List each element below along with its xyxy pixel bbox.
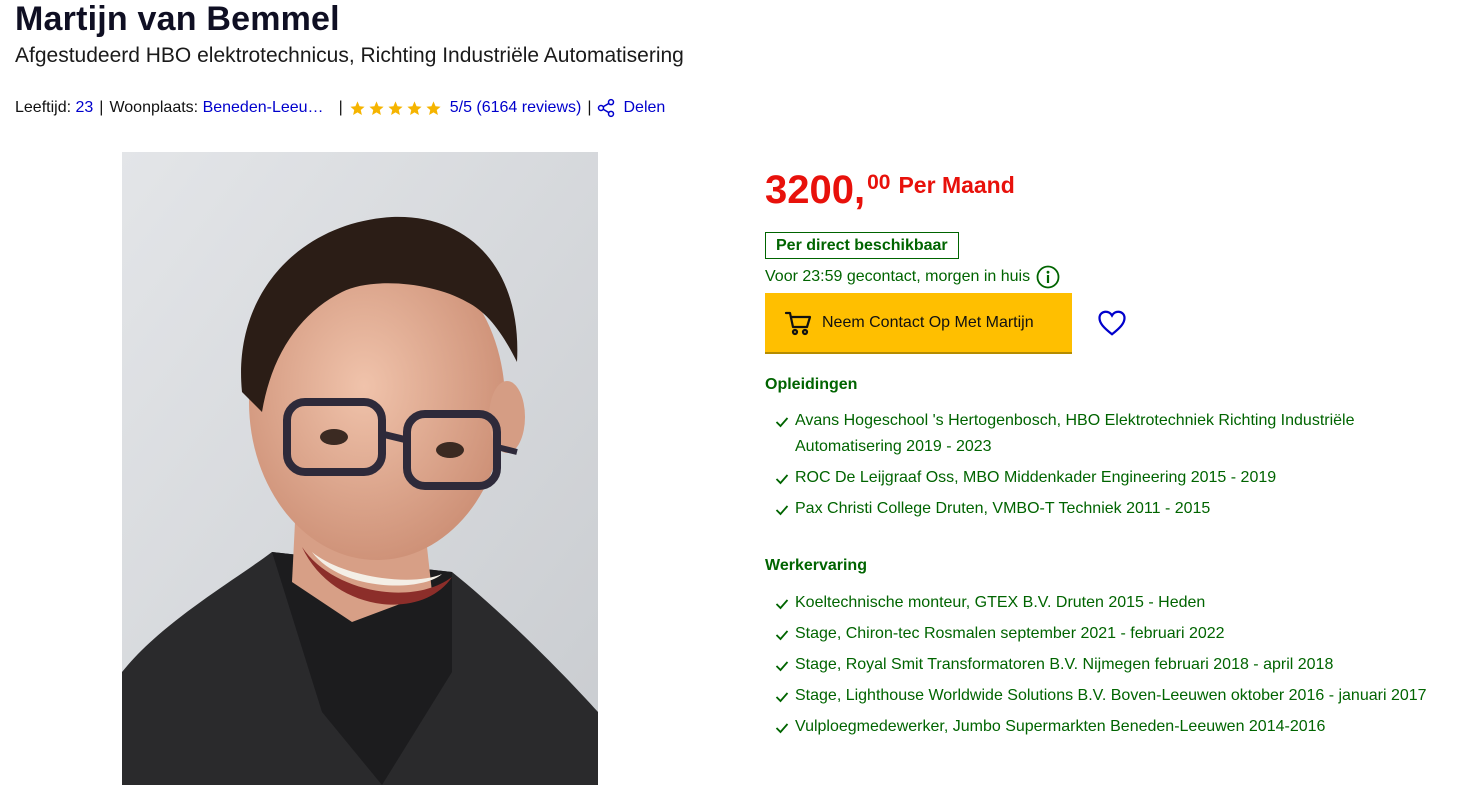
check-icon [775,474,789,485]
check-icon [775,692,789,703]
list-item: Stage, Chiron-tec Rosmalen september 202… [775,621,1450,647]
list-item: Stage, Royal Smit Transformatoren B.V. N… [775,652,1450,678]
info-icon[interactable] [1036,265,1060,289]
list-item: ROC De Leijgraaf Oss, MBO Middenkader En… [775,465,1450,491]
check-icon [775,599,789,610]
list-item: Vulploegmedewerker, Jumbo Supermarkten B… [775,714,1450,740]
rating-link[interactable]: 5/5 (6164 reviews) [450,99,582,117]
portrait-illustration [122,152,598,785]
delivery-text: Voor 23:59 gecontact, morgen in huis [765,268,1031,285]
cart-icon [784,311,812,335]
price-period: Per Maand [898,172,1015,198]
education-title: Opleidingen [765,376,858,393]
meta-bar: Leeftijd: 23 | Woonplaats: Beneden-Leeuw… [15,98,665,118]
profile-photo [122,152,598,785]
list-item-text: Pax Christi College Druten, VMBO-T Techn… [795,500,1211,517]
separator: | [587,99,592,116]
contact-button-label: Neem Contact Op Met Martijn [822,313,1034,331]
check-icon [775,417,789,428]
contact-button[interactable]: Neem Contact Op Met Martijn [765,293,1072,352]
heart-icon[interactable] [1097,308,1127,338]
list-item-text: Stage, Royal Smit Transformatoren B.V. N… [795,656,1334,673]
list-item-text: Vulploegmedewerker, Jumbo Supermarkten B… [795,718,1326,735]
star-icon [426,100,441,115]
check-icon [775,661,789,672]
education-list: Avans Hogeschool 's Hertogenbosch, HBO E… [775,408,1450,527]
star-icon [369,100,384,115]
separator: | [99,99,104,116]
check-icon [775,630,789,641]
price-cents: 00 [867,171,891,194]
list-item: Stage, Lighthouse Worldwide Solutions B.… [775,683,1450,709]
list-item: Pax Christi College Druten, VMBO-T Techn… [775,496,1450,522]
experience-title: Werkervaring [765,557,867,574]
check-icon [775,723,789,734]
age-label: Leeftijd: [15,99,72,116]
list-item-text: Stage, Chiron-tec Rosmalen september 202… [795,625,1225,642]
star-icon [407,100,422,115]
list-item-text: Avans Hogeschool 's Hertogenbosch, HBO E… [795,412,1355,455]
experience-list: Koeltechnische monteur, GTEX B.V. Druten… [775,590,1450,745]
list-item: Avans Hogeschool 's Hertogenbosch, HBO E… [775,408,1450,460]
age-link[interactable]: 23 [76,99,94,117]
share-icon[interactable] [596,98,616,118]
price-amount: 3200, [765,168,866,212]
share-link[interactable]: Delen [624,99,666,117]
page-subtitle: Afgestudeerd HBO elektrotechnicus, Richt… [15,44,684,67]
list-item-text: Koeltechnische monteur, GTEX B.V. Druten… [795,594,1206,611]
star-icon [350,100,365,115]
check-icon [775,505,789,516]
city-link[interactable]: Beneden-Leeuwen [203,99,329,117]
list-item-text: ROC De Leijgraaf Oss, MBO Middenkader En… [795,469,1277,486]
delivery-info: Voor 23:59 gecontact, morgen in huis [765,265,1060,289]
city-label: Woonplaats: [109,99,199,116]
page-title: Martijn van Bemmel [15,0,340,38]
rating-stars[interactable] [349,100,444,117]
separator: | [338,99,343,116]
availability-badge: Per direct beschikbaar [765,232,959,259]
price: 3200, 00 Per Maand [765,168,1015,212]
star-icon [388,100,403,115]
list-item: Koeltechnische monteur, GTEX B.V. Druten… [775,590,1450,616]
list-item-text: Stage, Lighthouse Worldwide Solutions B.… [795,687,1427,704]
